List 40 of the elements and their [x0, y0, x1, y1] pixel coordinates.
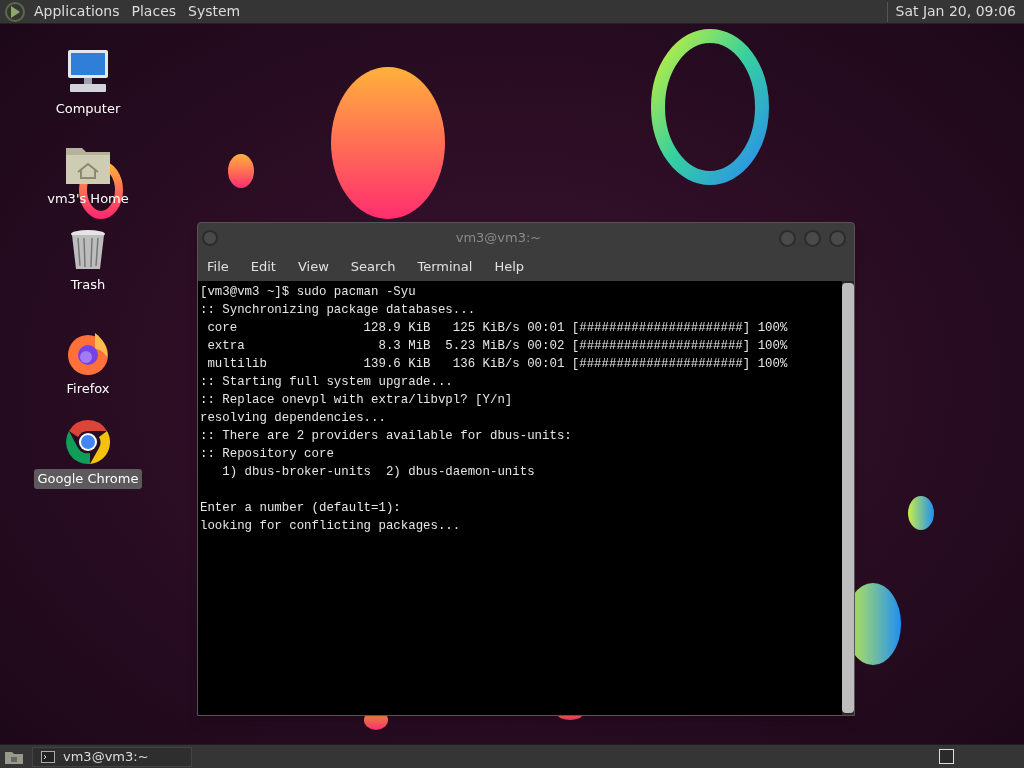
- close-button[interactable]: [829, 229, 846, 247]
- menu-item[interactable]: Help: [494, 257, 525, 277]
- terminal-line: :: There are 2 providers available for dbus-units:: [200, 428, 572, 445]
- terminal-line: multilib 139.6 KiB 136 KiB/s 00:01 [######################] 100%: [206, 356, 788, 373]
- menu-item[interactable]: Edit: [250, 257, 276, 277]
- desktop-icon-label[interactable]: Firefox: [66, 379, 110, 399]
- workspace-switcher[interactable]: [939, 749, 954, 764]
- clock[interactable]: Sat Jan 20, 09:06: [895, 1, 1016, 22]
- panel-menu[interactable]: System: [188, 1, 241, 22]
- taskbar-button[interactable]: vm3@vm3:~: [32, 746, 192, 767]
- menu-item[interactable]: Search: [350, 257, 396, 277]
- menu-item[interactable]: File: [207, 257, 229, 277]
- terminal-line: Enter a number (default=1):: [200, 500, 401, 517]
- terminal-icon: [41, 750, 55, 763]
- terminal-line: :: Repository core: [200, 446, 334, 463]
- window-menu-button[interactable]: [202, 230, 218, 246]
- firefox-icon: [65, 330, 111, 376]
- terminal-line: looking for conflicting packages...: [200, 518, 461, 535]
- window-title: vm3@vm3:~: [454, 229, 543, 248]
- terminal-line: :: Replace onevpl with extra/libvpl? [Y/n]: [200, 392, 513, 409]
- menu-item[interactable]: View: [297, 257, 329, 277]
- desktop-icon-label[interactable]: Google Chrome: [33, 469, 143, 489]
- terminal-line: extra 8.3 MiB 5.23 MiB/s 00:02 [######################] 100%: [206, 338, 788, 355]
- terminal-line: :: Starting full system upgrade...: [200, 374, 453, 391]
- trash-icon: [68, 227, 108, 272]
- menu-item[interactable]: Terminal: [417, 257, 473, 277]
- minimize-button[interactable]: [779, 229, 796, 247]
- terminal-line: :: Synchronizing package databases...: [200, 302, 476, 319]
- desktop-icon-label[interactable]: Trash: [70, 274, 106, 294]
- logo-icon[interactable]: [4, 0, 26, 23]
- desktop-icon-label[interactable]: Computer: [55, 99, 121, 119]
- terminal-line: [vm3@vm3 ~]$ sudo pacman -Syu: [200, 284, 416, 301]
- terminal-line: 1) dbus-broker-units 2) dbus-daemon-units: [221, 464, 535, 481]
- maximize-button[interactable]: [804, 229, 821, 247]
- panel-menu[interactable]: Places: [131, 1, 177, 22]
- scrollbar[interactable]: [842, 281, 854, 715]
- chrome-icon: [64, 418, 112, 466]
- panel-menu[interactable]: Applications: [34, 1, 120, 22]
- terminal-line: resolving dependencies...: [200, 410, 386, 427]
- terminal-line: core 128.9 KiB 125 KiB/s 00:01 [######################] 100%: [206, 320, 788, 337]
